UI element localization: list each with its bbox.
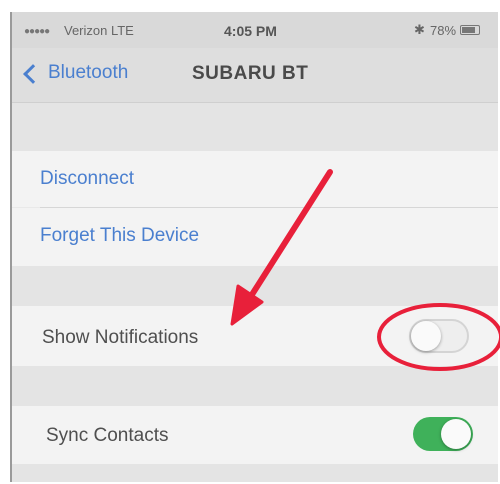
sync-contacts-label: Sync Contacts <box>46 425 169 446</box>
section-gap <box>12 366 498 406</box>
battery-icon <box>460 25 480 35</box>
disconnect-button[interactable]: Disconnect <box>12 151 498 207</box>
back-button[interactable]: Bluetooth <box>23 62 129 84</box>
bluetooth-icon: ✱ <box>414 22 425 37</box>
page-title: SUBARU BT <box>192 63 309 84</box>
battery-percent: 78% <box>430 23 457 38</box>
settings-row-show-notifications: Show Notifications <box>12 306 498 366</box>
toggle-knob <box>411 321 441 351</box>
chevron-left-icon <box>23 63 43 84</box>
phone-screen: ●●●●● Verizon LTE 4:05 PM ✱ 78% Bluetoot… <box>10 12 498 482</box>
section-gap <box>12 103 498 151</box>
sync-contacts-toggle[interactable] <box>413 417 473 451</box>
carrier-label: Verizon LTE <box>64 23 134 38</box>
toggle-knob <box>441 419 471 449</box>
navigation-bar: Bluetooth SUBARU BT <box>12 48 498 103</box>
back-button-label: Bluetooth <box>48 62 129 83</box>
disconnect-label: Disconnect <box>40 168 134 189</box>
show-notifications-label: Show Notifications <box>42 327 199 348</box>
section-gap <box>12 266 498 306</box>
show-notifications-toggle[interactable] <box>409 319 469 353</box>
forget-device-label: Forget This Device <box>40 225 200 246</box>
status-time: 4:05 PM <box>224 23 277 39</box>
section-gap <box>12 464 498 482</box>
signal-strength-icon: ●●●●● <box>24 26 50 37</box>
status-bar: ●●●●● Verizon LTE 4:05 PM ✱ 78% <box>12 12 498 48</box>
settings-row-sync-contacts: Sync Contacts <box>12 406 498 464</box>
forget-device-button[interactable]: Forget This Device <box>12 208 498 266</box>
